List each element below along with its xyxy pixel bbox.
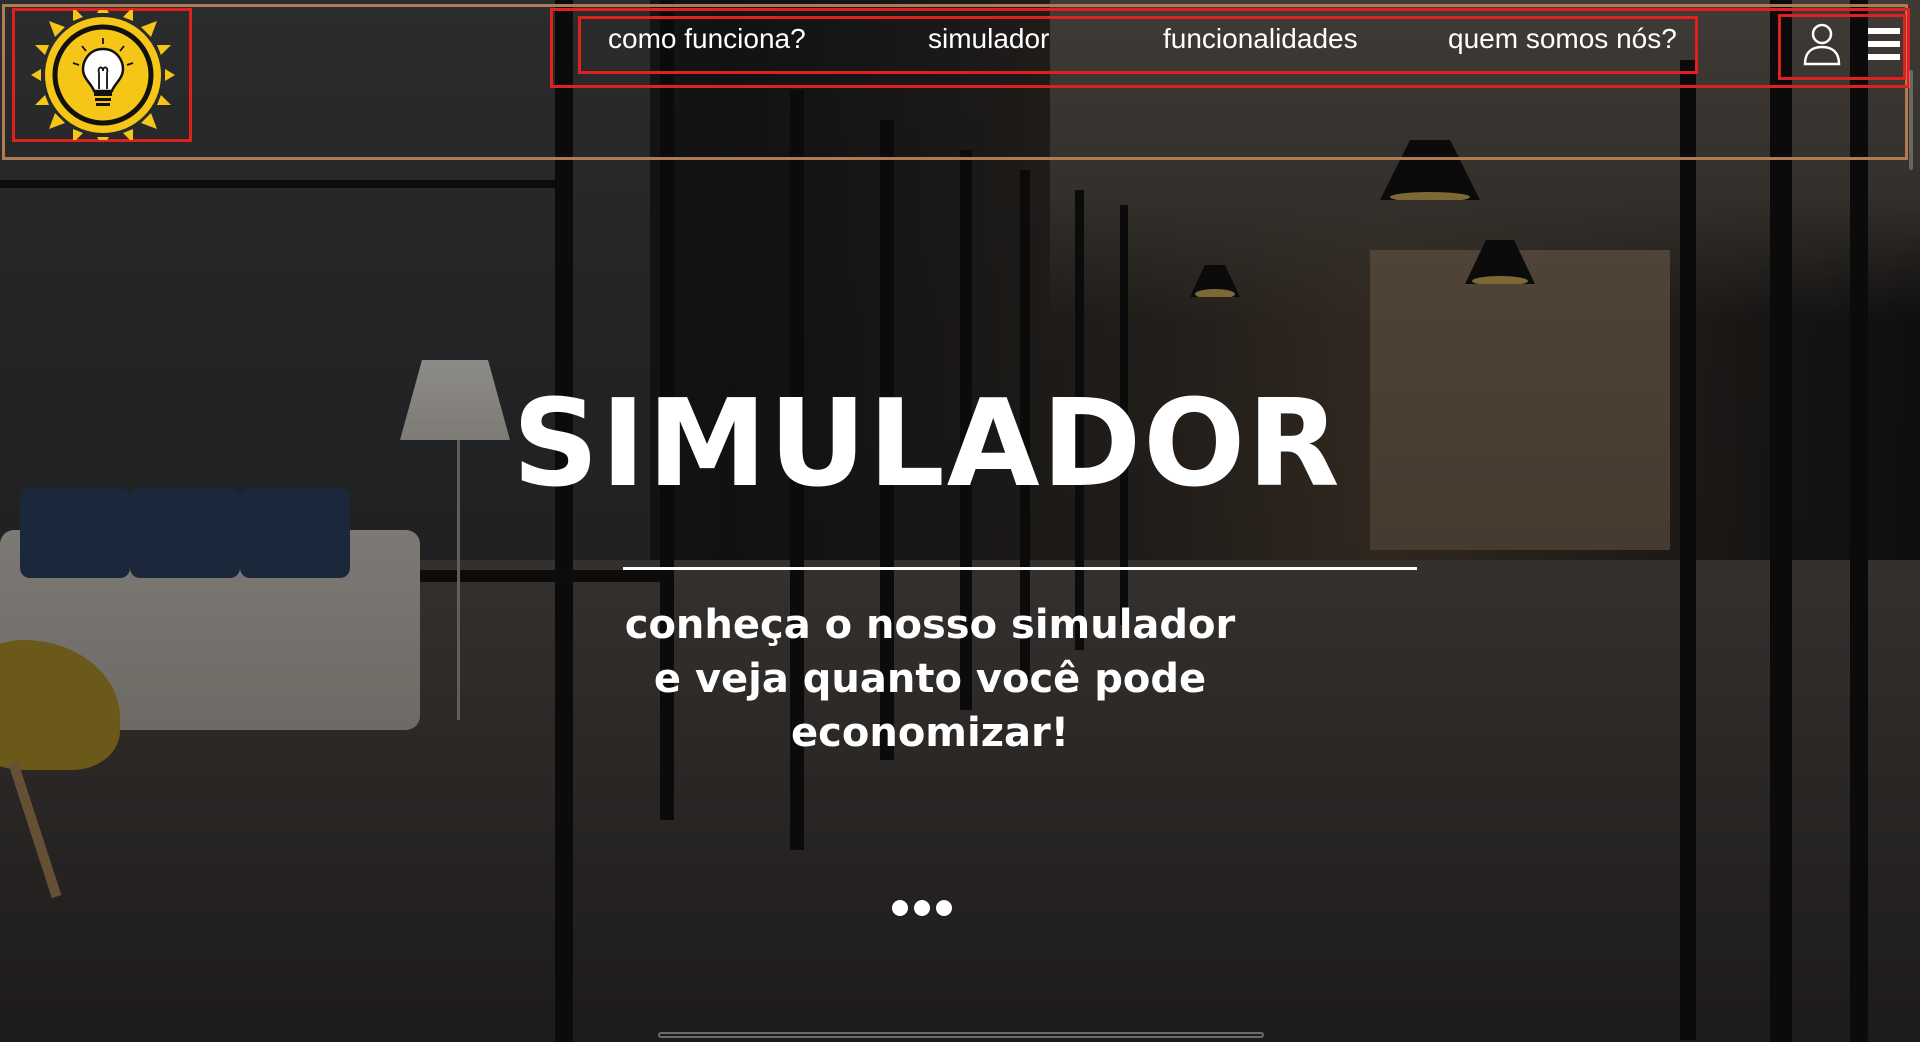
hero-divider	[623, 567, 1417, 570]
hero-subtitle: conheça o nosso simulador e veja quanto …	[530, 598, 1330, 760]
hero-subtitle-line: e veja quanto você pode	[653, 656, 1207, 702]
carousel-dots	[892, 900, 952, 918]
hero-title: SIMULADOR	[512, 375, 1342, 514]
nav-link-quem-somos-nos[interactable]: quem somos nós?	[1448, 20, 1677, 58]
hamburger-menu-icon[interactable]	[1866, 24, 1904, 64]
lightbulb-sun-icon[interactable]	[28, 3, 178, 147]
hero-subtitle-line: conheça o nosso simulador	[624, 602, 1236, 648]
carousel-dot-1[interactable]	[892, 900, 908, 916]
user-icon[interactable]	[1802, 22, 1842, 66]
nav-link-simulador[interactable]: simulador	[928, 20, 1049, 58]
nav-link-funcionalidades[interactable]: funcionalidades	[1163, 20, 1358, 58]
hero-subtitle-line: economizar!	[791, 710, 1069, 756]
nav-link-como-funciona[interactable]: como funciona?	[608, 20, 806, 58]
carousel-dot-3[interactable]	[936, 900, 952, 916]
horizontal-scrollbar[interactable]	[658, 1032, 1264, 1038]
carousel-dot-2[interactable]	[914, 900, 930, 916]
vertical-scrollbar[interactable]	[1909, 70, 1913, 170]
